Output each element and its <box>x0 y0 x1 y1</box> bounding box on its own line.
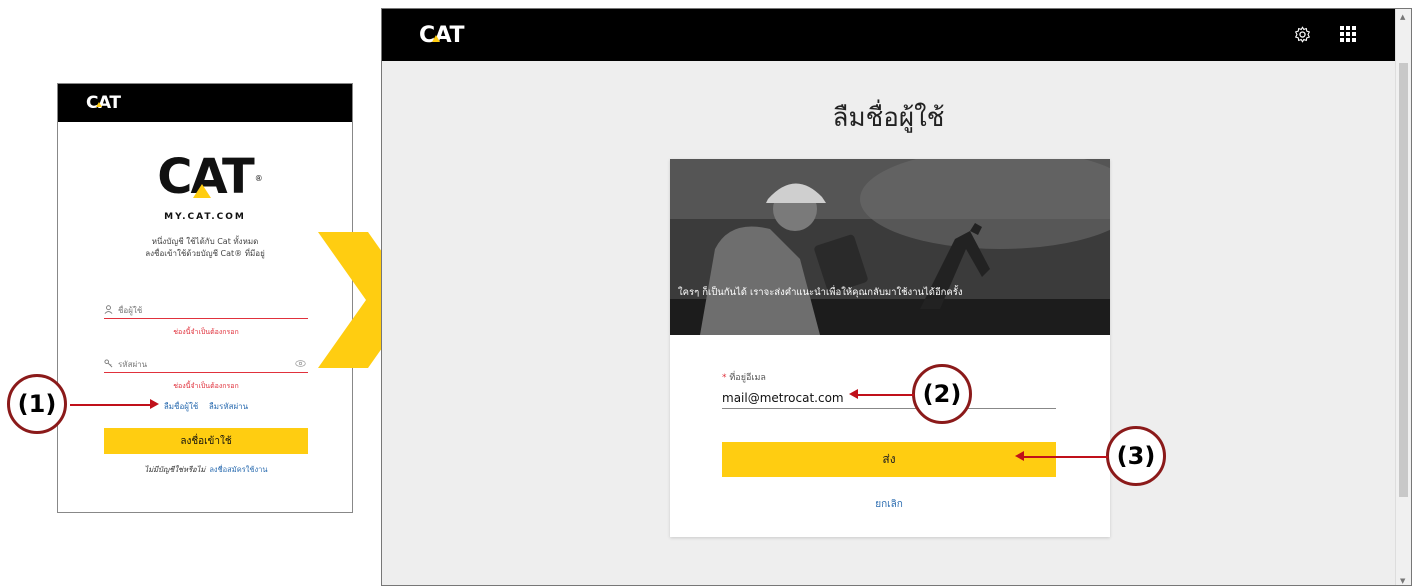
gear-icon[interactable] <box>1294 26 1311 48</box>
scrollbar-thumb[interactable] <box>1399 63 1408 497</box>
scroll-down-icon[interactable]: ▼ <box>1400 577 1405 585</box>
password-field[interactable]: รหัสผ่าน <box>104 357 308 373</box>
forgot-password-link[interactable]: ลืมรหัสผ่าน <box>209 402 248 411</box>
signin-button[interactable]: ลงชื่อเข้าใช้ <box>104 428 308 454</box>
forgot-username-window: CAT ▲ ▼ ลืมชื่อผู้ใช้ ใครๆ ก็เป็นกันได้ … <box>381 8 1412 586</box>
callout-1-arrowhead <box>150 399 159 409</box>
send-button[interactable]: ส่ง <box>722 442 1056 477</box>
forgot-username-card: ใครๆ ก็เป็นกันได้ เราจะส่งคำแนะนำเพื่อให… <box>670 159 1110 537</box>
user-icon <box>104 304 113 317</box>
forgot-username-link[interactable]: ลืมชื่อผู้ใช้ <box>164 402 198 411</box>
top-bar: CAT <box>382 9 1411 61</box>
register-link[interactable]: ลงชื่อสมัครใช้งาน <box>209 465 267 474</box>
hero-image: ใครๆ ก็เป็นกันได้ เราจะส่งคำแนะนำเพื่อให… <box>670 159 1110 335</box>
email-label: * ที่อยู่อีเมล <box>722 373 766 383</box>
eye-icon[interactable] <box>295 359 306 370</box>
callout-1-line <box>70 404 150 406</box>
cat-logo[interactable]: CAT <box>419 23 464 48</box>
username-field[interactable]: ชื่อผู้ใช้ <box>104 303 308 319</box>
hero-caption: ใครๆ ก็เป็นกันได้ เราจะส่งคำแนะนำเพื่อให… <box>678 287 963 298</box>
key-icon <box>104 358 113 371</box>
callout-2-line <box>858 394 914 396</box>
cat-logo-small: CAT <box>86 93 121 113</box>
signup-row: ไม่มีบัญชีใช่หรือไม่ ลงชื่อสมัครใช้งาน <box>144 465 268 474</box>
username-error: ช่องนี้จำเป็นต้องกรอก <box>173 328 239 336</box>
cat-logo-large: CAT ® MY.CAT.COM <box>58 153 352 222</box>
callout-2: (2) <box>912 364 972 424</box>
callout-2-arrowhead <box>849 389 858 399</box>
login-links: ลืมชื่อผู้ใช้ ลืมรหัสผ่าน <box>104 400 308 413</box>
login-header: CAT <box>58 84 352 122</box>
login-description: หนึ่งบัญชี ใช้ได้กับ Cat ทั้งหมด ลงชื่อเ… <box>145 237 265 258</box>
login-panel-thumbnail: CAT CAT ® MY.CAT.COM หนึ่งบัญชี ใช้ได้กับ… <box>57 83 353 513</box>
callout-3-arrowhead <box>1015 451 1024 461</box>
page-title: ลืมชื่อผู้ใช้ <box>832 103 945 133</box>
cancel-link[interactable]: ยกเลิก <box>722 497 1056 512</box>
site-name: MY.CAT.COM <box>164 212 246 222</box>
callout-3-line <box>1024 456 1108 458</box>
email-input[interactable] <box>722 387 1056 409</box>
hero-photo-illustration <box>670 159 1110 335</box>
apps-grid-icon[interactable] <box>1340 26 1356 42</box>
password-error: ช่องนี้จำเป็นต้องกรอก <box>173 382 239 390</box>
callout-3: (3) <box>1106 426 1166 486</box>
vertical-scrollbar[interactable]: ▲ ▼ <box>1395 9 1411 585</box>
scroll-up-icon[interactable]: ▲ <box>1400 13 1405 21</box>
callout-1: (1) <box>7 374 67 434</box>
